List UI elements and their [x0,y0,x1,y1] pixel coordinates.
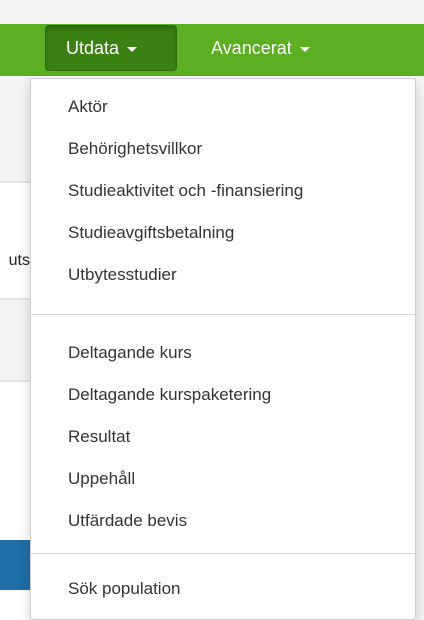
background-text: uts [8,252,30,269]
menu-item-sok-population[interactable]: Sök population [68,577,180,601]
caret-down-icon [127,46,138,52]
background-panel [0,300,30,380]
menu-item-resultat[interactable]: Resultat [68,425,130,449]
right-gutter [416,76,424,620]
menu-item-aktor[interactable]: Aktör [68,95,108,119]
menu-item-studieaktivitet[interactable]: Studieaktivitet och -finansiering [68,179,303,203]
menu-item-utbytesstudier[interactable]: Utbytesstudier [68,263,177,287]
nav-utdata-toggle[interactable]: Utdata [45,25,177,71]
nav-utdata-label: Utdata [66,37,120,58]
top-strip [0,0,424,24]
menu-item-deltagande-kurs[interactable]: Deltagande kurs [68,341,192,365]
menu-item-deltagande-kurspaketering[interactable]: Deltagande kurspaketering [68,383,271,407]
menu-item-behorighetsvillkor[interactable]: Behörighetsvillkor [68,137,202,161]
menu-item-utfardade-bevis[interactable]: Utfärdade bevis [68,509,187,533]
menu-item-studieavgiftsbetalning[interactable]: Studieavgiftsbetalning [68,221,234,245]
utdata-dropdown-menu: Aktör Behörighetsvillkor Studieaktivitet… [30,78,416,620]
nav-avancerat-label: Avancerat [211,37,292,58]
background-panel [0,76,30,181]
menu-divider [31,314,415,315]
menu-divider [31,553,415,554]
menu-item-uppehall[interactable]: Uppehåll [68,467,135,491]
navbar: Utdata Avancerat [0,24,424,76]
caret-down-icon [299,46,310,52]
nav-avancerat-toggle[interactable]: Avancerat [211,25,310,71]
